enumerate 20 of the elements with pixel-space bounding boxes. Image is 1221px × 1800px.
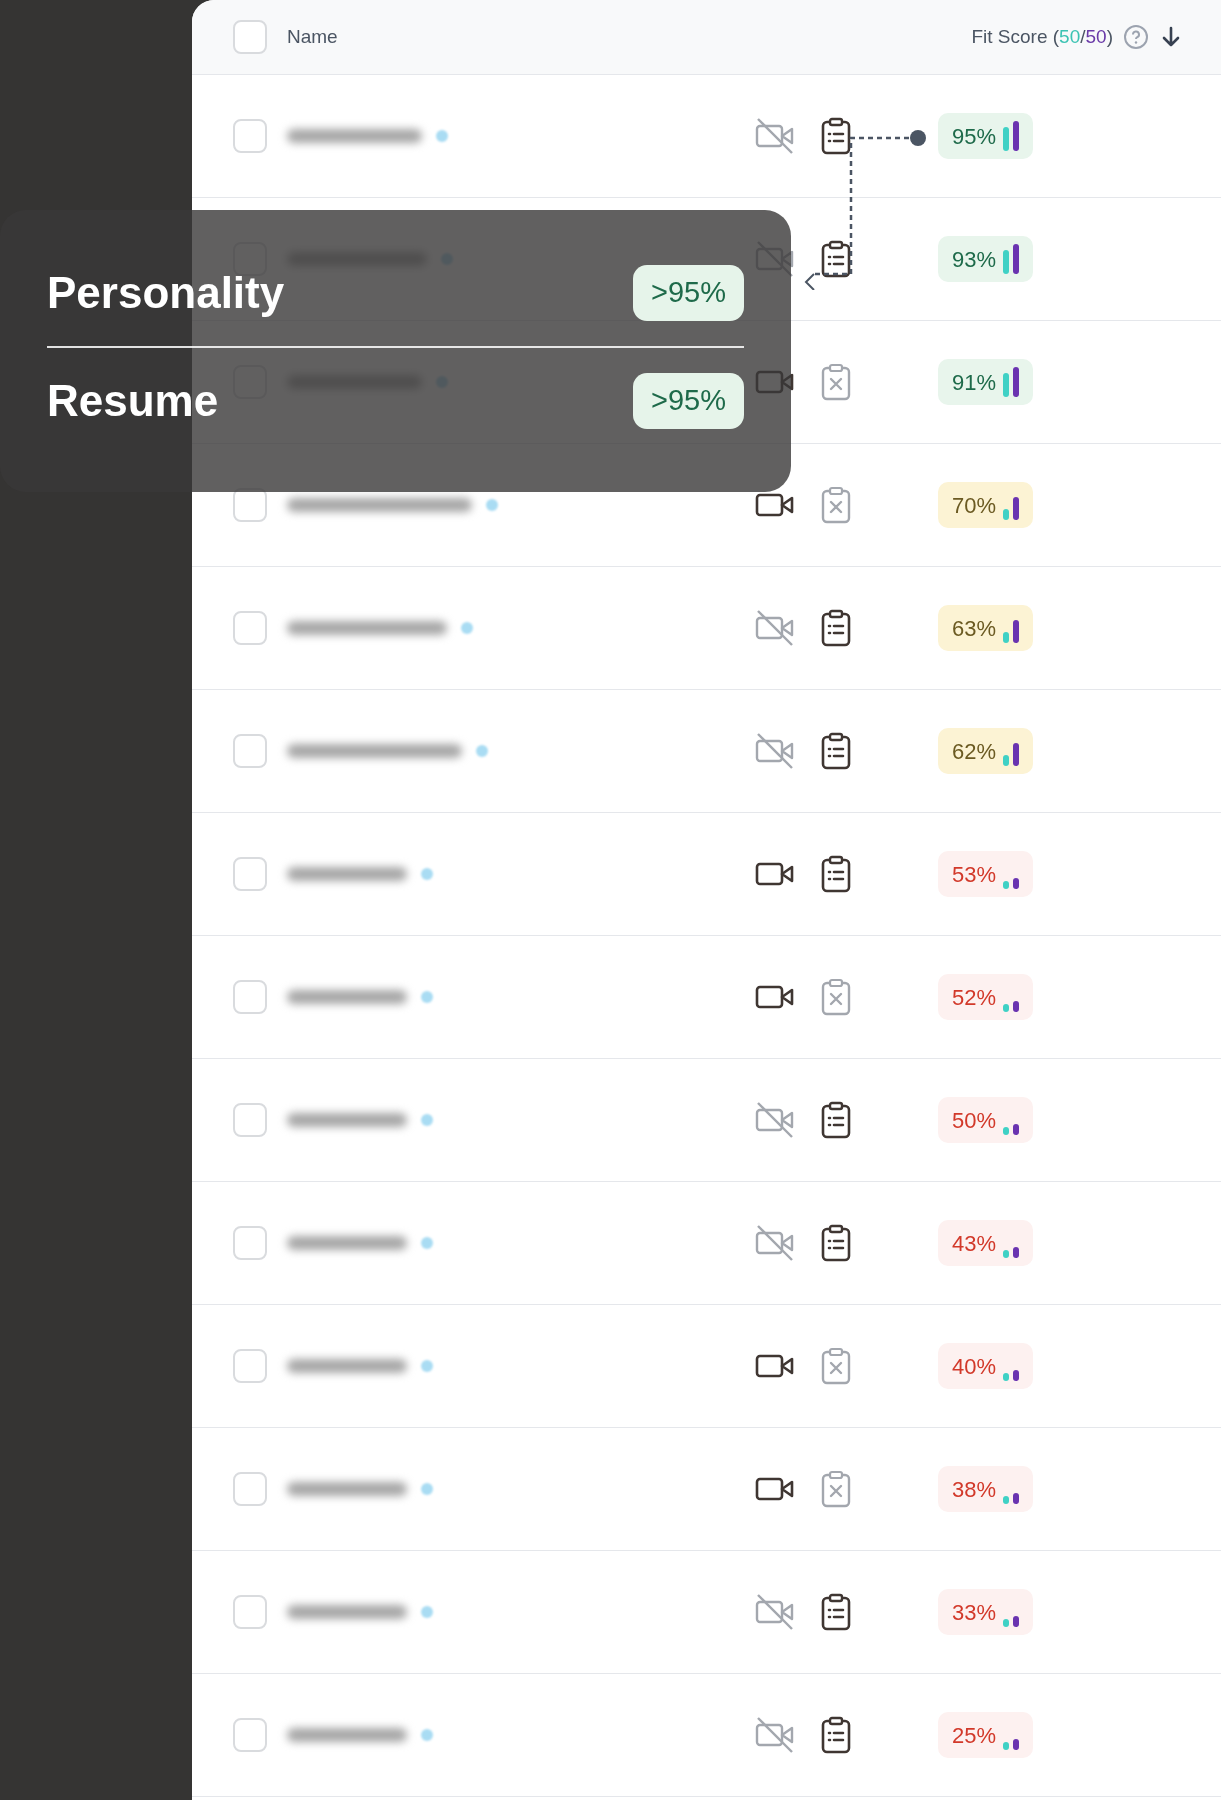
fit-score-badge[interactable]: 25% <box>937 1712 1033 1758</box>
fit-score-badge[interactable]: 63% <box>937 605 1033 651</box>
score-label: Personality <box>47 267 285 319</box>
fit-score-badge[interactable]: 38% <box>937 1466 1033 1512</box>
fit-score-badge[interactable]: 93% <box>937 236 1033 282</box>
score-value-badge: >95% <box>633 265 744 321</box>
score-value-badge: >95% <box>633 373 744 429</box>
fit-score-badge[interactable]: 50% <box>937 1097 1033 1143</box>
fit-score-badge[interactable]: 53% <box>937 851 1033 897</box>
fit-score-badge[interactable]: 52% <box>937 974 1033 1020</box>
column-header[interactable]: Name <box>287 22 338 52</box>
fit-score-badge[interactable]: 91% <box>937 359 1033 405</box>
fit-score-badge[interactable]: 95% <box>937 113 1033 159</box>
fit-score-badge[interactable]: 43% <box>937 1220 1033 1266</box>
fit-score-badge[interactable]: 70% <box>937 482 1033 528</box>
fit-score-badge[interactable]: 62% <box>937 728 1033 774</box>
fit-score-badge[interactable]: 40% <box>937 1343 1033 1389</box>
score-label: Resume <box>47 375 219 427</box>
fit-score-header[interactable]: Fit Score (50/50) <box>971 22 1113 52</box>
fit-score-badge[interactable]: 33% <box>937 1589 1033 1635</box>
